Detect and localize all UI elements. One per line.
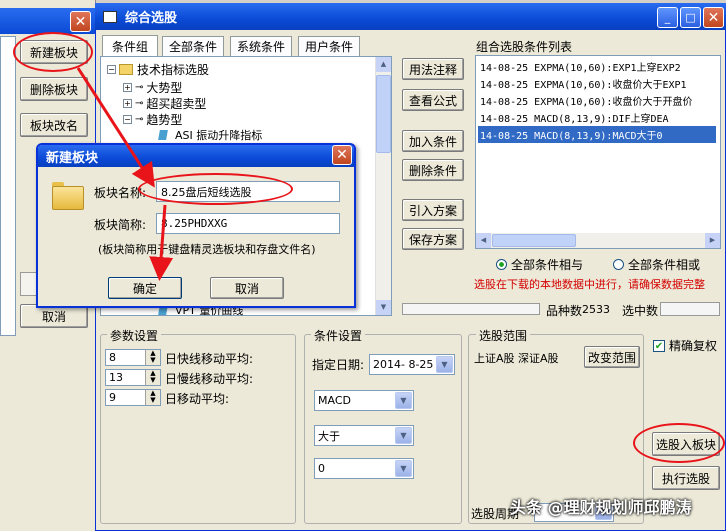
arrow-to-name-field [76,67,155,188]
annotation-arrows [76,67,174,281]
arrow-to-ok-button [149,204,174,281]
watermark: 头条 @理财规划师邱鹏涛 [510,498,692,517]
